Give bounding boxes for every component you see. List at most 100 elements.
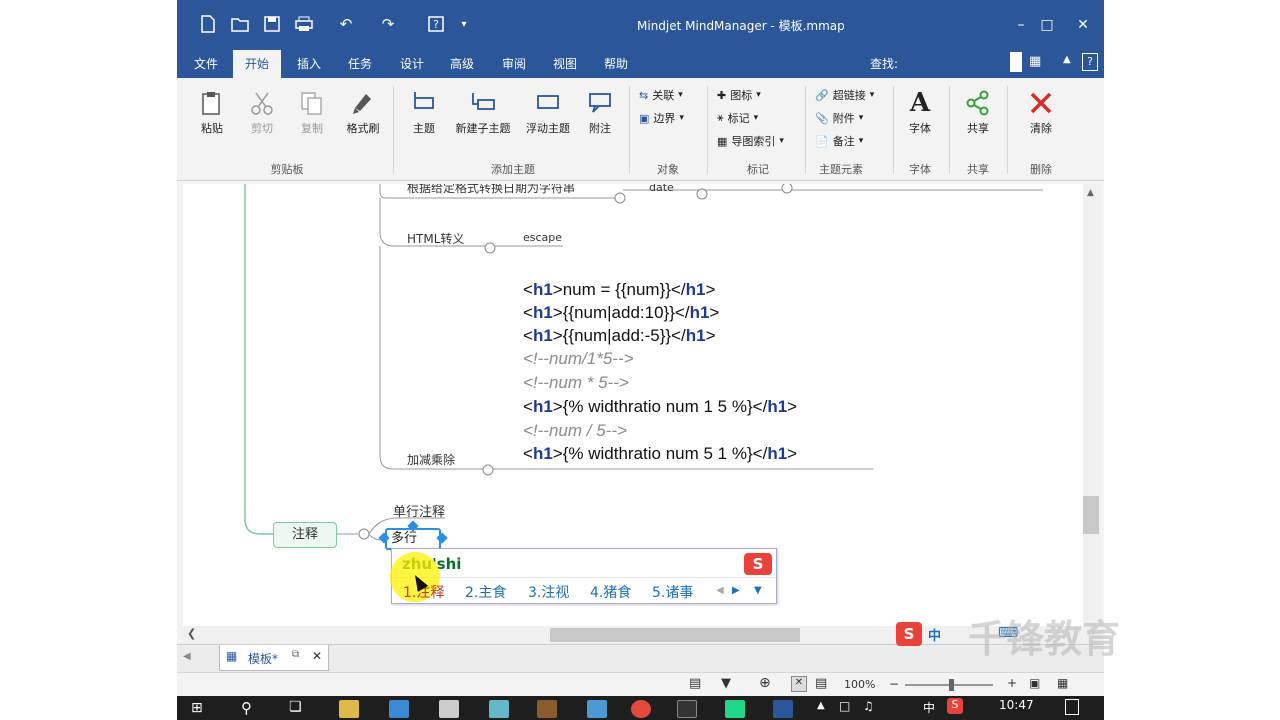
map-index-button[interactable]: ▦ 导图索引 ▾: [717, 133, 784, 149]
ime-next-page-icon[interactable]: ▶: [732, 585, 740, 596]
tab-view[interactable]: 视图: [553, 55, 577, 72]
ime-candidate[interactable]: 3.注视: [528, 582, 569, 602]
sogou-tray-icon[interactable]: S: [896, 622, 922, 646]
font-button[interactable]: A 字体: [905, 90, 935, 136]
ime-expand-icon[interactable]: ▼: [754, 585, 762, 596]
maximize-button[interactable]: □: [1030, 12, 1064, 38]
format-painter-button[interactable]: 格式刷: [343, 90, 383, 136]
icon-button[interactable]: ✚ 图标 ▾: [717, 87, 761, 103]
tab-insert[interactable]: 插入: [297, 55, 321, 72]
clipboard-group-label: 剪贴板: [270, 163, 304, 176]
comment-topic-node[interactable]: 注释: [273, 522, 337, 548]
display-options-icon[interactable]: ▦: [1057, 676, 1068, 690]
task-view-icon[interactable]: ❏: [289, 699, 302, 715]
search-icon[interactable]: ⚲: [241, 699, 252, 717]
doc-tab-template[interactable]: ▦ 模板* ⧉ ✕: [219, 645, 329, 671]
copy-label: 复制: [301, 122, 323, 135]
outline-view-icon[interactable]: ▤: [689, 676, 701, 691]
focus-icon[interactable]: ⊕: [759, 675, 771, 691]
arith-node[interactable]: 加减乘除: [407, 451, 455, 468]
notes-button[interactable]: 📄 备注 ▾: [815, 133, 863, 149]
object-group-label: 对象: [657, 163, 679, 176]
search-input[interactable]: [1010, 52, 1022, 72]
ime-candidate[interactable]: 2.主食: [465, 582, 506, 602]
taskbar-ime-indicator[interactable]: 中: [923, 699, 935, 716]
undo-icon[interactable]: ↶: [331, 12, 361, 36]
save-icon[interactable]: [259, 12, 285, 36]
horizontal-scroll-thumb[interactable]: [550, 628, 800, 642]
tray-expand-icon[interactable]: ▲: [817, 700, 825, 711]
hyperlink-button[interactable]: 🔗 超链接 ▾: [815, 87, 874, 103]
app-icon[interactable]: [389, 700, 409, 718]
app-icon[interactable]: [439, 700, 459, 718]
share-button[interactable]: 共享: [963, 90, 993, 136]
vertical-scroll-thumb[interactable]: [1083, 496, 1099, 534]
boundary-button[interactable]: ▣ 边界 ▾: [639, 110, 684, 126]
topic-button[interactable]: 主题: [407, 90, 441, 136]
single-line-comment-node[interactable]: 单行注释: [393, 501, 445, 520]
date-tag-node[interactable]: date: [649, 184, 674, 194]
new-file-icon[interactable]: [193, 12, 223, 36]
scroll-left-icon[interactable]: ❮: [187, 627, 196, 640]
collapse-ribbon-icon[interactable]: ▲: [1063, 54, 1077, 72]
app-icon[interactable]: [537, 700, 557, 718]
ime-prev-page-icon[interactable]: ◀: [716, 585, 724, 596]
terminal-icon[interactable]: [677, 700, 697, 718]
redo-icon[interactable]: ↷: [373, 12, 403, 36]
layout-icon[interactable]: ▦: [1029, 54, 1051, 72]
customize-qat-icon[interactable]: ▾: [457, 12, 471, 36]
date-format-node[interactable]: 根据给定格式转换日期为字符串: [407, 184, 575, 196]
copy-button[interactable]: 复制: [297, 90, 327, 136]
cut-button[interactable]: 剪切: [247, 90, 277, 136]
tab-task[interactable]: 任务: [348, 55, 372, 72]
undock-icon[interactable]: ⧉: [292, 649, 299, 660]
mindmanager-taskbar-icon[interactable]: [773, 700, 793, 718]
app-icon[interactable]: [489, 700, 509, 718]
zoom-out-icon[interactable]: −: [889, 677, 899, 691]
attachment-button[interactable]: 📎 附件 ▾: [815, 110, 863, 126]
filter-icon[interactable]: ▼: [721, 676, 731, 691]
notification-icon[interactable]: [1065, 699, 1079, 715]
zoom-slider-thumb[interactable]: [949, 679, 954, 691]
help-button-icon[interactable]: ?: [1082, 53, 1098, 71]
scroll-up-icon[interactable]: ▲: [1087, 188, 1094, 198]
network-icon[interactable]: □: [839, 699, 850, 713]
ime-candidate[interactable]: 4.猪食: [590, 582, 631, 602]
tab-home[interactable]: 开始: [233, 50, 282, 78]
paste-button[interactable]: 粘贴: [197, 90, 227, 136]
pycharm-icon[interactable]: [725, 700, 745, 718]
page-icon[interactable]: ▤: [815, 676, 827, 691]
ime-mode-indicator[interactable]: 中: [928, 625, 941, 644]
print-icon[interactable]: [291, 12, 317, 36]
escape-tag-node[interactable]: escape: [523, 231, 562, 244]
windows-start-icon[interactable]: ⊞: [191, 700, 203, 716]
tab-scroll-left-icon[interactable]: ◀: [183, 651, 191, 662]
volume-icon[interactable]: ♫: [863, 699, 874, 713]
new-subtopic-button[interactable]: 新建子主题: [453, 90, 513, 136]
tab-design[interactable]: 设计: [400, 55, 424, 72]
fit-map-icon[interactable]: ✕: [791, 676, 807, 692]
floating-topic-button[interactable]: 浮动主题: [521, 90, 575, 136]
font-label: 字体: [909, 122, 931, 135]
tab-file[interactable]: 文件: [194, 55, 218, 72]
open-file-icon[interactable]: [227, 12, 253, 36]
file-explorer-icon[interactable]: [339, 700, 359, 718]
clear-button[interactable]: 清除: [1026, 90, 1056, 136]
tag-button[interactable]: ⚹ 标记 ▾: [717, 110, 758, 126]
html-escape-node[interactable]: HTML转义: [407, 230, 464, 247]
help-icon[interactable]: ?: [423, 12, 449, 36]
tab-review[interactable]: 审阅: [502, 55, 526, 72]
relationship-button[interactable]: ⇆ 关联 ▾: [639, 87, 683, 103]
sogou-taskbar-icon[interactable]: S: [947, 698, 963, 714]
tab-help[interactable]: 帮助: [604, 55, 628, 72]
vertical-scrollbar[interactable]: [1083, 184, 1101, 626]
close-button[interactable]: ✕: [1066, 12, 1100, 38]
fit-window-icon[interactable]: ▣: [1029, 676, 1040, 690]
zoom-in-icon[interactable]: +: [1007, 676, 1017, 690]
ime-candidate[interactable]: 5.诸事: [652, 582, 693, 602]
app-icon[interactable]: [587, 700, 607, 718]
callout-button[interactable]: 附注: [585, 90, 615, 136]
close-tab-icon[interactable]: ✕: [312, 649, 322, 663]
chrome-icon[interactable]: [631, 700, 651, 718]
tab-advanced[interactable]: 高级: [450, 55, 474, 72]
